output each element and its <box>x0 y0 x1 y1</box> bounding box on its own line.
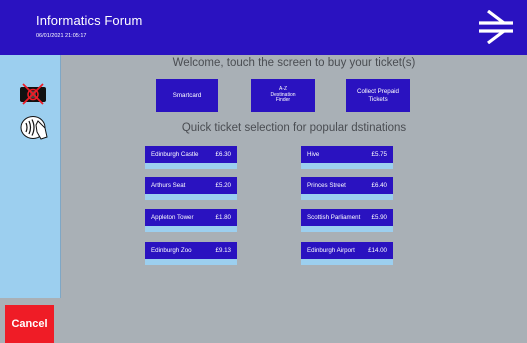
contactless-payment-icon <box>20 116 48 140</box>
destination-price: £9.13 <box>215 247 231 254</box>
destination-princes-street-button[interactable]: Princes Street £6.40 <box>301 177 393 200</box>
destination-name: Edinburgh Castle <box>151 151 199 158</box>
destination-name: Scottish Parliament <box>307 214 361 221</box>
destination-name: Arthurs Seat <box>151 182 186 189</box>
destination-price: £1.80 <box>215 214 231 221</box>
destination-arthurs-seat-button[interactable]: Arthurs Seat £5.20 <box>145 177 237 200</box>
smartcard-button-label: Smartcard <box>172 92 202 99</box>
az-destination-finder-button[interactable]: A-Z Destination Finder <box>251 79 315 112</box>
destination-price: £5.20 <box>215 182 231 189</box>
header-bar: Informatics Forum 06/01/2021 21:05:17 <box>0 0 527 55</box>
destination-name: Hive <box>307 151 320 158</box>
destination-scottish-parliament-button[interactable]: Scottish Parliament £5.90 <box>301 209 393 232</box>
destination-price: £14.00 <box>368 247 387 254</box>
destination-price: £5.75 <box>371 151 387 158</box>
az-destination-finder-label: A-Z Destination Finder <box>270 86 296 104</box>
sidebar: Cancel <box>0 55 61 343</box>
destination-edinburgh-zoo-button[interactable]: Edinburgh Zoo £9.13 <box>145 242 237 265</box>
destination-hive-button[interactable]: Hive £5.75 <box>301 146 393 169</box>
welcome-message: Welcome, touch the screen to buy your ti… <box>172 57 416 69</box>
collect-prepaid-tickets-button[interactable]: Collect Prepaid Tickets <box>346 79 410 112</box>
destination-price: £6.40 <box>371 182 387 189</box>
collect-prepaid-tickets-label: Collect Prepaid Tickets <box>357 88 399 103</box>
timestamp: 06/01/2021 21:05:17 <box>36 33 87 39</box>
destination-name: Edinburgh Airport <box>307 247 355 254</box>
cancel-button[interactable]: Cancel <box>5 305 54 343</box>
national-rail-logo-icon <box>479 10 513 44</box>
destination-edinburgh-airport-button[interactable]: Edinburgh Airport £14.00 <box>301 242 393 265</box>
station-title: Informatics Forum <box>36 13 143 28</box>
destination-price: £6.30 <box>215 151 231 158</box>
destination-price: £5.90 <box>371 214 387 221</box>
destination-name: Appleton Tower <box>151 214 194 221</box>
quick-selection-heading: Quick ticket selection for popular dstin… <box>181 122 407 134</box>
destination-appleton-tower-button[interactable]: Appleton Tower £1.80 <box>145 209 237 232</box>
smartcard-button[interactable]: Smartcard <box>156 79 218 112</box>
destination-edinburgh-castle-button[interactable]: Edinburgh Castle £6.30 <box>145 146 237 169</box>
destination-name: Edinburgh Zoo <box>151 247 192 254</box>
card-not-accepted-icon <box>20 83 46 105</box>
destination-name: Princes Street <box>307 182 346 189</box>
